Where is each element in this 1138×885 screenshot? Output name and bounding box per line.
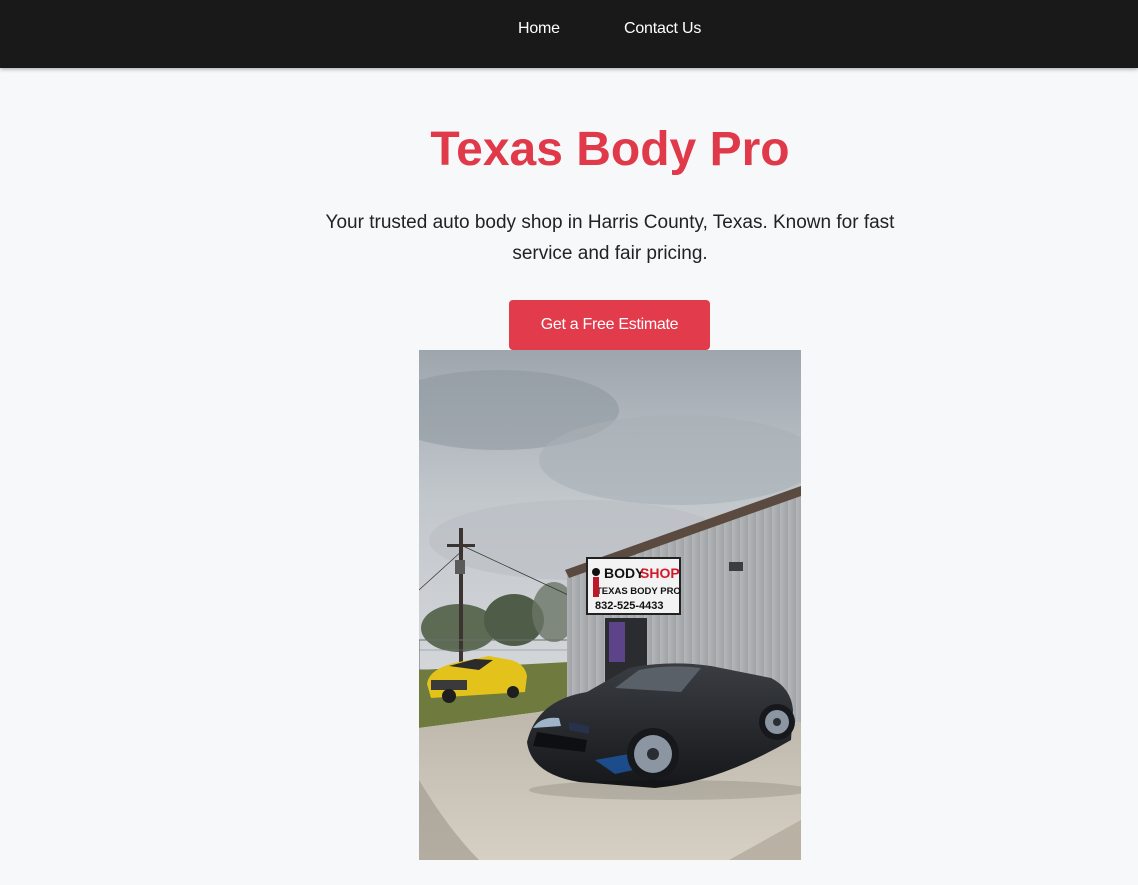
nav-link-contact[interactable]: Contact Us: [624, 20, 701, 38]
free-estimate-button[interactable]: Get a Free Estimate: [509, 300, 710, 350]
top-navbar: Home Contact Us: [0, 0, 1138, 68]
hero-subtitle: Your trusted auto body shop in Harris Co…: [325, 212, 895, 264]
svg-text:BODY: BODY: [604, 565, 645, 581]
page-title: Texas Body Pro: [430, 123, 790, 176]
shop-photo: BODY SHOP TEXAS BODY PRO 832-525-4433: [419, 350, 801, 860]
svg-text:TEXAS BODY PRO: TEXAS BODY PRO: [596, 586, 681, 597]
svg-text:SHOP: SHOP: [640, 565, 680, 581]
body-shop-sign: BODY SHOP TEXAS BODY PRO 832-525-4433: [586, 557, 681, 615]
nav-link-home[interactable]: Home: [518, 20, 560, 38]
svg-text:832-525-4433: 832-525-4433: [595, 600, 664, 612]
